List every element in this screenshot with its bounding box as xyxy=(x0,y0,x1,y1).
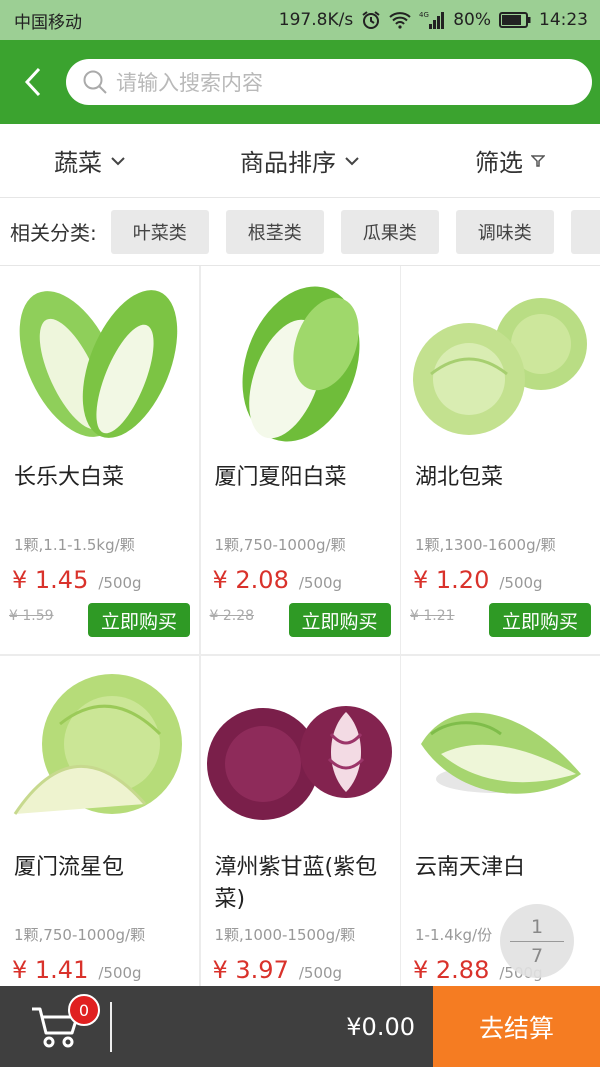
clock: 14:23 xyxy=(539,10,588,30)
battery-percent: 80% xyxy=(453,10,491,30)
product-price: ¥ 2.08 xyxy=(212,566,289,594)
chip-leafy[interactable]: 叶菜类 xyxy=(110,209,209,254)
funnel-icon xyxy=(531,154,545,167)
product-name: 云南天津白 xyxy=(415,855,526,880)
related-label: 相关分类: xyxy=(10,221,97,245)
search-input[interactable]: 请输入搜索内容 xyxy=(66,59,592,105)
sort-dropdown[interactable]: 商品排序 xyxy=(180,143,420,178)
battery-icon xyxy=(499,12,531,28)
buy-now-button[interactable]: 立即购买 xyxy=(489,603,591,637)
price-unit: /500g xyxy=(298,574,343,592)
price-unit: /500g xyxy=(499,574,543,592)
product-spec: 1颗,750-1000g/颗 xyxy=(14,926,146,944)
cabbage-image xyxy=(413,298,587,435)
page-divider xyxy=(510,940,564,942)
product-card[interactable]: 湖北包菜 1颗,1300-1600g/颗 ¥ 1.20 /500g ¥ 1.21… xyxy=(401,266,600,654)
related-categories: 相关分类: 叶菜类 根茎类 瓜果类 调味类 xyxy=(0,198,600,266)
product-price: ¥ 1.41 xyxy=(12,956,89,984)
price-unit: /500g xyxy=(98,964,142,982)
price-unit: /500g xyxy=(98,574,142,592)
product-card[interactable]: 漳州紫甘蓝(紫包菜) 1颗,1000-1500g/颗 ¥ 3.97 /500g xyxy=(200,656,400,986)
product-spec: 1颗,750-1000g/颗 xyxy=(214,536,346,554)
category-label: 蔬菜 xyxy=(54,149,102,177)
status-right: 197.8K/s 4G 80% 14:23 xyxy=(279,10,588,30)
chevron-down-icon xyxy=(111,156,125,165)
product-card[interactable]: 长乐大白菜 1颗,1.1-1.5kg/颗 ¥ 1.45 /500g ¥ 1.59… xyxy=(0,266,199,654)
product-name: 厦门流星包 xyxy=(14,855,125,880)
product-spec: 1颗,1.1-1.5kg/颗 xyxy=(14,536,135,554)
product-name: 湖北包菜 xyxy=(415,465,504,490)
price-unit: /500g xyxy=(298,964,343,982)
bottom-bar: 0 ¥0.00 去结算 xyxy=(0,986,600,1067)
cart-count-badge: 0 xyxy=(68,994,100,1026)
product-price: ¥ 1.20 xyxy=(413,566,490,594)
price-row: ¥ 1.41 /500g xyxy=(12,956,142,984)
chip-seasoning[interactable]: 调味类 xyxy=(455,209,554,254)
back-button[interactable] xyxy=(0,40,66,124)
price-row: ¥ 3.97 /500g xyxy=(213,956,343,984)
product-card[interactable]: 厦门流星包 1颗,750-1000g/颗 ¥ 1.41 /500g xyxy=(0,656,199,986)
network-type: 4G xyxy=(419,11,429,19)
price-row: ¥ 1.20 /500g xyxy=(413,566,543,594)
product-name: 厦门夏阳白菜 xyxy=(214,465,347,490)
sort-label: 商品排序 xyxy=(240,149,336,177)
product-spec: 1-1.4kg/份 xyxy=(415,926,493,944)
category-dropdown[interactable]: 蔬菜 xyxy=(0,143,180,178)
filter-button[interactable]: 筛选 xyxy=(420,143,600,178)
status-bar: 中国移动 197.8K/s 4G 80% 14:23 xyxy=(0,0,600,40)
product-spec: 1颗,1300-1600g/颗 xyxy=(415,536,556,554)
wifi-icon xyxy=(389,11,411,29)
chinese-cabbage-image xyxy=(421,712,581,794)
alarm-icon xyxy=(361,10,381,30)
original-price: ¥ 2.28 xyxy=(209,608,255,624)
cart-total: ¥0.00 xyxy=(346,1012,415,1041)
buy-now-button[interactable]: 立即购买 xyxy=(288,603,391,637)
cart-button[interactable]: 0 xyxy=(0,986,110,1067)
napa-cabbage-image xyxy=(242,286,359,442)
header: 请输入搜索内容 xyxy=(0,40,600,124)
chip-melon-fruit[interactable]: 瓜果类 xyxy=(340,209,439,254)
filter-bar: 蔬菜 商品排序 筛选 xyxy=(0,124,600,198)
filter-label: 筛选 xyxy=(475,149,523,177)
chip-partial[interactable] xyxy=(570,209,600,254)
buy-now-button[interactable]: 立即购买 xyxy=(88,603,190,637)
signal-icon: 4G xyxy=(419,10,445,30)
cabbage-image xyxy=(13,674,182,815)
page-current: 1 xyxy=(530,915,544,938)
product-name: 长乐大白菜 xyxy=(14,465,125,490)
product-name: 漳州紫甘蓝(紫包菜) xyxy=(214,855,378,912)
search-placeholder: 请输入搜索内容 xyxy=(116,71,263,95)
product-grid: 长乐大白菜 1颗,1.1-1.5kg/颗 ¥ 1.45 /500g ¥ 1.59… xyxy=(0,266,600,986)
back-arrow-icon xyxy=(24,67,41,97)
price-row: ¥ 1.45 /500g xyxy=(12,566,142,594)
product-price: ¥ 2.88 xyxy=(413,956,490,984)
checkout-button[interactable]: 去结算 xyxy=(433,986,600,1067)
original-price: ¥ 1.21 xyxy=(410,608,455,624)
price-row: ¥ 2.08 /500g xyxy=(213,566,343,594)
screen: 中国移动 197.8K/s 4G 80% 14:23 请输入搜索内容 蔬菜 商品… xyxy=(0,0,600,1067)
carrier-label: 中国移动 xyxy=(14,12,82,33)
red-cabbage-image xyxy=(206,706,392,820)
product-spec: 1颗,1000-1500g/颗 xyxy=(214,926,356,944)
page-total: 7 xyxy=(530,944,544,967)
product-card[interactable]: 厦门夏阳白菜 1颗,750-1000g/颗 ¥ 2.08 /500g ¥ 2.2… xyxy=(200,266,400,654)
network-speed: 197.8K/s xyxy=(278,10,354,30)
search-icon xyxy=(83,70,107,94)
chevron-down-icon xyxy=(345,156,359,165)
chip-root[interactable]: 根茎类 xyxy=(225,209,324,254)
product-price: ¥ 3.97 xyxy=(212,956,289,984)
product-price: ¥ 1.45 xyxy=(12,566,89,594)
original-price: ¥ 1.59 xyxy=(9,608,54,624)
page-indicator: 1 7 xyxy=(500,904,574,978)
napa-cabbage-image xyxy=(19,290,178,438)
